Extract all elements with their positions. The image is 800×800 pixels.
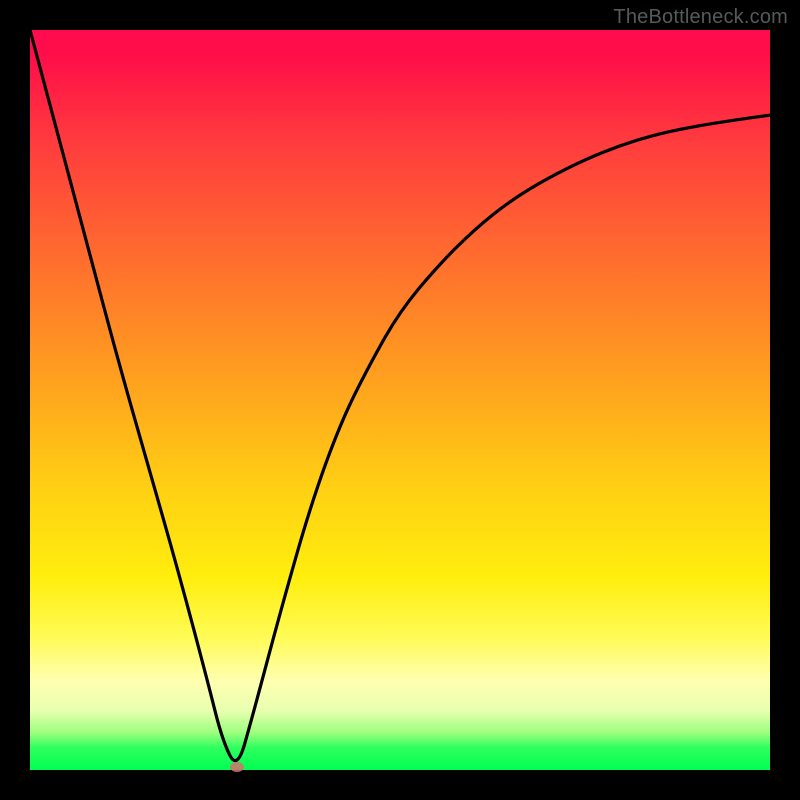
min-marker <box>230 762 244 772</box>
plot-area <box>30 30 770 770</box>
chart-frame: TheBottleneck.com <box>0 0 800 800</box>
watermark-text: TheBottleneck.com <box>613 6 788 29</box>
bottleneck-curve <box>30 30 770 770</box>
